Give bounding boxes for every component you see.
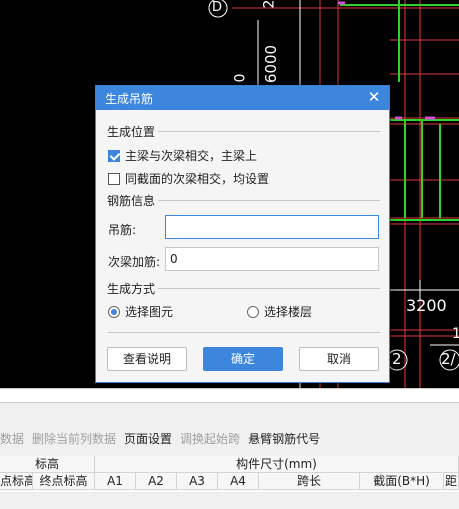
radio-select-element-button[interactable]	[108, 305, 120, 318]
dim-label-top: 2	[261, 0, 278, 9]
axis-label-d: D	[212, 0, 223, 15]
divider	[158, 131, 380, 132]
secondary-rebar-input[interactable]	[165, 247, 379, 271]
dialog-title: 生成吊筋	[105, 92, 154, 106]
dialog-titlebar[interactable]: 生成吊筋 ✕	[96, 86, 389, 110]
axis-label-2-slash: 2/	[441, 350, 456, 368]
close-icon[interactable]: ✕	[365, 88, 383, 106]
beam-table-panel: 数据 删除当前列数据 页面设置 调换起始跨 悬臂钢筋代号 标高 构件尺寸(mm)…	[0, 402, 459, 509]
option-same-section[interactable]: 同截面的次梁相交，均设置	[108, 170, 269, 187]
radio-select-floor[interactable]: 选择楼层	[247, 303, 312, 320]
col-start-elevation: 点标高	[0, 473, 33, 490]
option-main-secondary[interactable]: 主梁与次梁相交，主梁上	[108, 147, 257, 164]
col-a2: A2	[136, 473, 177, 490]
checkbox-same-section[interactable]	[108, 172, 120, 185]
help-button[interactable]: 查看说明	[107, 347, 187, 371]
axis-label-2: 2	[392, 350, 402, 368]
header-component-size: 构件尺寸(mm)	[95, 456, 459, 473]
delete-current-row-button[interactable]: 删除当前列数据	[32, 430, 116, 447]
option-same-section-label: 同截面的次梁相交，均设置	[125, 172, 270, 186]
cancel-button[interactable]: 取消	[299, 347, 379, 371]
header-elevation: 标高	[0, 456, 95, 473]
dim-label-6000: 6000	[262, 44, 281, 84]
col-section: 截面(B*H)	[360, 473, 444, 490]
dim-label-3200: 3200	[406, 296, 447, 315]
section-generate-position: 生成位置	[107, 125, 156, 139]
col-a3: A3	[177, 473, 218, 490]
radio-select-floor-button[interactable]	[247, 305, 259, 318]
beam-table: 标高 构件尺寸(mm) 点标高 终点标高 A1 A2 A3 A4 跨长 截面(B…	[0, 456, 459, 492]
divider	[158, 200, 380, 201]
cantilever-code-button[interactable]: 悬臂钢筋代号	[248, 430, 320, 447]
dim-label-1: 1	[452, 326, 459, 342]
col-a1: A1	[95, 473, 136, 490]
col-distance: 距	[444, 473, 459, 490]
hanger-rebar-label: 吊筋:	[108, 223, 137, 237]
section-rebar-info: 钢筋信息	[107, 194, 156, 208]
col-a4: A4	[218, 473, 259, 490]
toolbar-item-data[interactable]: 数据	[0, 430, 24, 447]
radio-select-element-label: 选择图元	[125, 305, 174, 319]
hanger-rebar-input[interactable]	[165, 215, 379, 239]
adjust-start-span-button[interactable]: 调换起始跨	[180, 430, 240, 447]
radio-select-element[interactable]: 选择图元	[108, 303, 173, 320]
col-span: 跨长	[259, 473, 360, 490]
panel-toolbar: 数据 删除当前列数据 页面设置 调换起始跨 悬臂钢筋代号	[0, 427, 328, 449]
ok-button[interactable]: 确定	[203, 347, 283, 371]
divider	[108, 332, 380, 333]
secondary-rebar-label: 次梁加筋:	[108, 255, 161, 269]
divider	[158, 288, 380, 289]
radio-select-floor-label: 选择楼层	[264, 305, 313, 319]
option-main-secondary-label: 主梁与次梁相交，主梁上	[125, 149, 258, 163]
col-end-elevation: 终点标高	[33, 473, 95, 490]
generate-hanger-rebar-dialog: 生成吊筋 ✕ 生成位置 主梁与次梁相交，主梁上 同截面的次梁相交，均设置 钢筋信…	[95, 85, 390, 383]
checkbox-main-secondary[interactable]	[108, 149, 120, 162]
section-generate-method: 生成方式	[107, 282, 156, 296]
page-setup-button[interactable]: 页面设置	[124, 430, 172, 447]
dim-label-0: 0	[232, 73, 249, 83]
divider-strip	[0, 388, 459, 403]
